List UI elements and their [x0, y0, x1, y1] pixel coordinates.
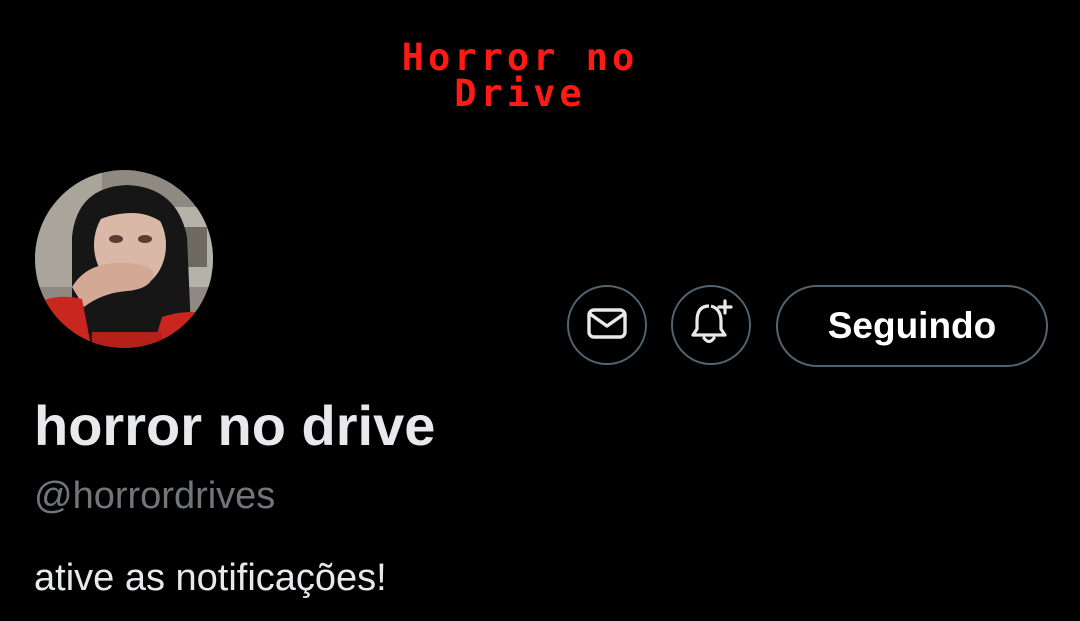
- avatar-photo: [35, 170, 213, 348]
- envelope-icon: [585, 301, 629, 350]
- banner-title-line1: Horror no: [401, 36, 639, 79]
- banner-title: Horror no Drive: [340, 36, 700, 115]
- user-handle: @horrordrives: [34, 475, 276, 517]
- display-name: horror no drive: [34, 394, 436, 457]
- notification-button[interactable]: [671, 285, 751, 365]
- banner-title-line2: Drive: [454, 72, 586, 115]
- avatar[interactable]: [32, 167, 216, 351]
- following-button[interactable]: Seguindo: [776, 285, 1048, 367]
- profile-bio: ative as notificações!: [34, 557, 387, 599]
- bell-plus-icon: [687, 298, 735, 352]
- message-button[interactable]: [567, 285, 647, 365]
